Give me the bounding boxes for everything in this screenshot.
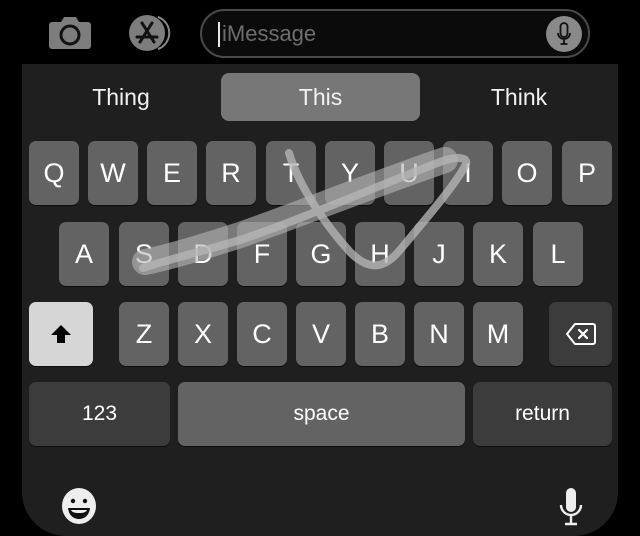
- key-h[interactable]: H: [355, 222, 405, 286]
- camera-button[interactable]: [48, 16, 92, 49]
- key-o[interactable]: O: [502, 141, 552, 205]
- key-m[interactable]: M: [473, 302, 523, 366]
- numbers-key[interactable]: 123: [29, 382, 170, 446]
- key-a[interactable]: A: [59, 222, 109, 286]
- return-key[interactable]: return: [473, 382, 612, 446]
- text-cursor: [218, 22, 220, 47]
- suggestion-thing[interactable]: Thing: [22, 73, 220, 121]
- dictation-button[interactable]: [558, 487, 584, 527]
- key-l[interactable]: L: [533, 222, 583, 286]
- key-t[interactable]: T: [266, 141, 316, 205]
- key-k[interactable]: K: [473, 222, 523, 286]
- message-input-bar: iMessage: [0, 0, 640, 64]
- key-r[interactable]: R: [206, 141, 256, 205]
- delete-icon: [565, 323, 596, 345]
- shift-key[interactable]: [29, 302, 93, 366]
- key-p[interactable]: P: [562, 141, 612, 205]
- camera-icon: [49, 17, 91, 49]
- app-store-button[interactable]: [122, 14, 176, 52]
- delete-key[interactable]: [549, 302, 612, 366]
- key-w[interactable]: W: [88, 141, 138, 205]
- key-c[interactable]: C: [237, 302, 287, 366]
- key-j[interactable]: J: [414, 222, 464, 286]
- key-g[interactable]: G: [296, 222, 346, 286]
- space-key[interactable]: space: [178, 382, 465, 446]
- key-e[interactable]: E: [147, 141, 197, 205]
- keyboard: Thing This Think Q W E R T Y U I O P A S…: [22, 64, 618, 536]
- dictation-microphone-icon: [559, 488, 583, 526]
- key-s[interactable]: S: [119, 222, 169, 286]
- microphone-icon: [557, 22, 571, 45]
- key-v[interactable]: V: [296, 302, 346, 366]
- key-q[interactable]: Q: [29, 141, 79, 205]
- message-input[interactable]: iMessage: [200, 9, 590, 58]
- app-store-icon: [129, 15, 171, 51]
- key-x[interactable]: X: [178, 302, 228, 366]
- predictive-bar: Thing This Think: [22, 64, 618, 130]
- suggestion-think[interactable]: Think: [420, 73, 618, 121]
- key-b[interactable]: B: [355, 302, 405, 366]
- shift-icon: [51, 325, 71, 343]
- emoji-icon: [62, 488, 96, 524]
- key-u[interactable]: U: [384, 141, 434, 205]
- key-f[interactable]: F: [237, 222, 287, 286]
- key-y[interactable]: Y: [325, 141, 375, 205]
- message-placeholder: iMessage: [222, 21, 317, 46]
- key-d[interactable]: D: [178, 222, 228, 286]
- key-z[interactable]: Z: [119, 302, 169, 366]
- emoji-button[interactable]: [60, 487, 98, 525]
- audio-message-button[interactable]: [546, 16, 582, 52]
- key-n[interactable]: N: [414, 302, 464, 366]
- key-i[interactable]: I: [443, 141, 493, 205]
- suggestion-this[interactable]: This: [221, 73, 420, 121]
